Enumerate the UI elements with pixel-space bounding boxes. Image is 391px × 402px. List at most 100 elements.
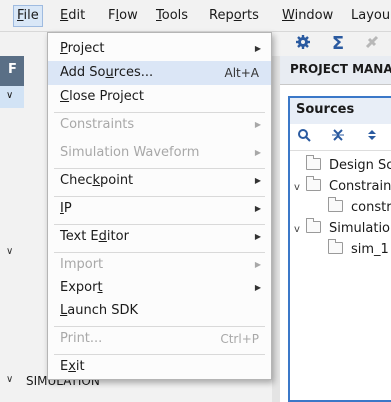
menu-reports-text: Rep <box>209 8 234 23</box>
menu-item-project[interactable]: Project ▶ <box>48 37 271 61</box>
menu-item-text: Import <box>60 257 104 272</box>
menu-edit[interactable]: Edit <box>57 6 88 26</box>
menu-item-close-project[interactable]: Close Project <box>48 85 271 109</box>
menu-item-launch-sdk[interactable]: Launch SDK <box>48 299 271 323</box>
menu-file[interactable]: File <box>13 5 43 27</box>
menu-item-label: Project <box>60 37 105 61</box>
chevron-down-icon[interactable]: ∨ <box>6 90 13 101</box>
menu-item-label: Simulation Waveform <box>60 141 199 165</box>
collapse-all-icon[interactable] <box>328 128 348 146</box>
main-toolbar: Σ <box>272 32 391 57</box>
tree-item-label: constr <box>351 200 391 215</box>
menu-item-ip[interactable]: IP ▶ <box>48 197 271 221</box>
submenu-arrow-icon: ▶ <box>254 283 261 292</box>
expand-all-icon[interactable] <box>362 128 382 146</box>
menu-file-text-rest: ile <box>23 8 39 23</box>
menu-edit-accel: E <box>60 8 69 23</box>
file-menu-dropdown: Project ▶ Add Sources... Alt+A Close Proje… <box>47 32 272 380</box>
menu-reports[interactable]: Reports <box>206 6 262 26</box>
sources-title-bar: Sources <box>290 98 391 124</box>
menu-item-text: Text E <box>60 229 99 244</box>
flow-navigator-selected-row[interactable]: ∨ <box>0 86 24 108</box>
menu-item-checkpoint[interactable]: Checkpoint ▶ <box>48 169 271 193</box>
submenu-arrow-icon: ▶ <box>254 148 261 157</box>
folder-icon <box>306 218 321 233</box>
menu-item-label: Constraints <box>60 113 134 137</box>
menu-item-text-rest: itor <box>106 229 129 244</box>
menu-item-exit[interactable]: Exit <box>48 355 271 379</box>
sources-toolbar <box>290 124 391 151</box>
menu-window-accel: W <box>282 8 295 23</box>
menu-item-text: Chec <box>60 173 93 188</box>
chevron-down-icon[interactable]: ∨ <box>6 246 13 257</box>
menu-flow[interactable]: Flow <box>105 6 141 26</box>
submenu-arrow-icon: ▶ <box>254 120 261 129</box>
menu-layout-text: Layou <box>351 8 391 23</box>
menu-item-text: Add So <box>60 65 106 80</box>
tree-item-constraints[interactable]: v Constrain <box>294 176 391 198</box>
menu-item-accel: k <box>92 173 100 188</box>
project-manager-header: PROJECT MANA <box>280 56 391 85</box>
menu-item-text-rest: point <box>100 173 134 188</box>
menu-item-label: Launch SDK <box>60 299 138 323</box>
menu-item-text: Expor <box>60 280 98 295</box>
menu-item-accel: x <box>68 359 76 374</box>
menu-item-label: Close Project <box>60 85 144 109</box>
submenu-arrow-icon: ▶ <box>254 44 261 53</box>
menu-item-label: Print... <box>60 327 102 351</box>
menu-item-constraints: Constraints ▶ <box>48 113 271 137</box>
submenu-arrow-icon: ▶ <box>254 232 261 241</box>
tree-item-label: Constrain <box>329 179 391 194</box>
menu-item-accel: t <box>97 280 103 295</box>
menu-item-text-rest: aunch SDK <box>67 303 139 318</box>
sources-panel: Sources Design Sc v Constrain constr v Sim… <box>288 96 391 402</box>
menu-item-accel: C <box>60 89 70 104</box>
menu-item-text-editor[interactable]: Text Editor ▶ <box>48 225 271 249</box>
menu-item-export[interactable]: Export ▶ <box>48 276 271 300</box>
chevron-down-icon[interactable]: v <box>294 220 306 240</box>
tree-item-simulation[interactable]: v Simulation <box>294 218 391 240</box>
tree-item-label: Design Sc <box>329 158 391 173</box>
menu-bar: File Edit Flow Tools Reports Window Layo… <box>0 0 391 32</box>
submenu-arrow-icon: ▶ <box>254 176 261 185</box>
chevron-down-icon[interactable]: ∨ <box>6 374 13 385</box>
menu-item-label: Import <box>60 253 103 277</box>
menu-item-label: Checkpoint <box>60 169 133 193</box>
folder-icon <box>328 239 343 254</box>
folder-icon <box>306 155 321 170</box>
folder-icon <box>306 176 321 191</box>
menu-item-label: Add Sources... <box>60 61 153 85</box>
menu-item-label: Text Editor <box>60 225 129 249</box>
menu-item-label: Exit <box>60 355 85 379</box>
project-manager-title: PROJECT MANA <box>290 62 391 76</box>
menu-item-add-sources[interactable]: Add Sources... Alt+A <box>48 61 271 85</box>
sources-title: Sources <box>296 102 355 117</box>
flow-navigator-title: F <box>8 62 17 77</box>
menu-item-text-rest: roject <box>67 41 105 56</box>
menu-layout[interactable]: Layou <box>348 6 391 26</box>
menu-item-simulation-waveform: Simulation Waveform ▶ <box>48 141 271 165</box>
tree-item-label: Simulation <box>329 221 391 236</box>
menu-item-import: Import ▶ <box>48 253 271 277</box>
menu-item-accel: d <box>98 229 107 244</box>
menu-window[interactable]: Window <box>279 6 336 26</box>
menu-reports-text-rest: rts <box>241 8 259 23</box>
tree-item-sim-1[interactable]: sim_1 <box>316 239 389 260</box>
search-icon[interactable] <box>294 128 314 146</box>
sigma-icon[interactable]: Σ <box>328 34 348 54</box>
menu-item-print: Print... Ctrl+P <box>48 327 271 351</box>
tree-item-design-sources[interactable]: Design Sc <box>294 155 391 176</box>
menu-item-text-rest: P <box>63 201 72 216</box>
menu-reports-accel: o <box>233 8 242 23</box>
submenu-arrow-icon: ▶ <box>254 204 261 213</box>
menu-item-text-rest: rces... <box>113 65 154 80</box>
tree-item-constrs[interactable]: constr <box>316 197 391 218</box>
menu-item-text: Simulation Waveform <box>60 145 200 160</box>
chevron-down-icon[interactable]: v <box>294 178 306 198</box>
menu-edit-text-rest: dit <box>68 8 86 23</box>
gear-icon[interactable] <box>293 34 313 54</box>
menu-tools[interactable]: Tools <box>153 6 191 26</box>
menu-window-text-rest: indow <box>294 8 334 23</box>
folder-icon <box>328 197 343 212</box>
flow-navigator-header: F <box>0 56 24 86</box>
